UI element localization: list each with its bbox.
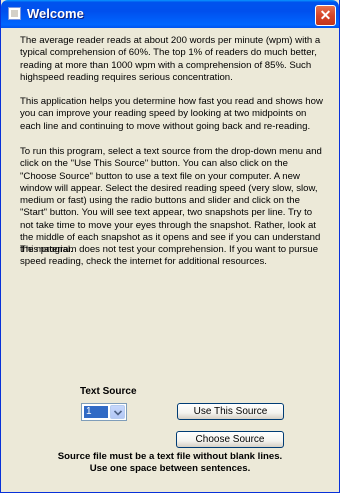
welcome-window: Welcome ✕ The average reader reads at ab… xyxy=(0,0,340,493)
text-source-label: Text Source xyxy=(80,386,137,397)
spacing-note: Use one space between sentences. xyxy=(89,463,251,474)
chevron-down-icon xyxy=(114,410,122,416)
text-source-dropdown[interactable]: 1 xyxy=(81,403,127,421)
window-title: Welcome xyxy=(27,6,84,21)
close-icon: ✕ xyxy=(319,7,332,23)
choose-source-button[interactable]: Choose Source xyxy=(176,431,284,448)
use-this-source-button[interactable]: Use This Source xyxy=(177,403,284,420)
app-window-icon xyxy=(8,7,21,20)
purpose-paragraph: This application helps you determine how… xyxy=(20,96,323,132)
disclaimer-paragraph: This program does not test your comprehe… xyxy=(20,244,319,268)
instructions-paragraph: To run this program, select a text sourc… xyxy=(20,146,322,256)
text-source-selected-value: 1 xyxy=(84,406,108,418)
intro-paragraph: The average reader reads at about 200 wo… xyxy=(20,35,321,83)
title-bar[interactable]: Welcome ✕ xyxy=(1,0,339,28)
dropdown-arrow-button[interactable] xyxy=(110,405,125,419)
file-format-note: Source file must be a text file without … xyxy=(57,451,283,462)
close-button[interactable]: ✕ xyxy=(315,5,336,26)
